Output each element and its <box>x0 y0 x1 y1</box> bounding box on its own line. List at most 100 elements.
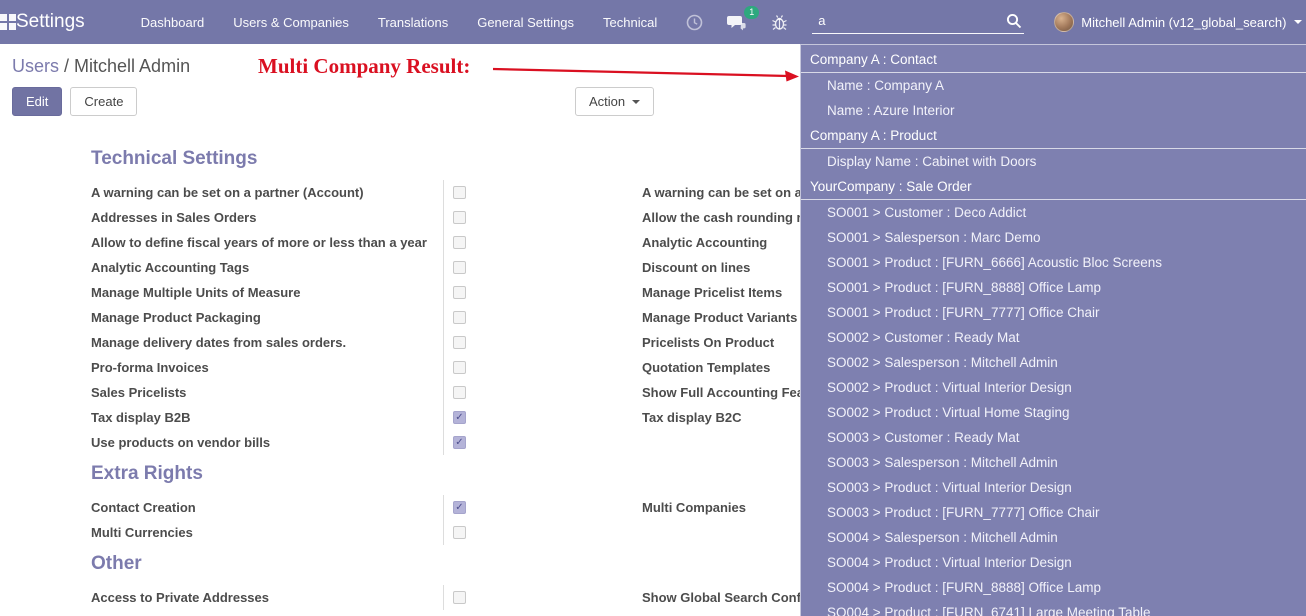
search-result-item[interactable]: SO001 > Product : [FURN_7777] Office Cha… <box>801 300 1306 325</box>
setting-row: Tax display B2B ✓ <box>91 405 642 430</box>
setting-label: Manage Product Packaging <box>91 310 443 325</box>
setting-label: A warning can be set on a partner (Accou… <box>91 185 443 200</box>
setting-row: Multi Currencies <box>91 520 642 545</box>
create-button[interactable]: Create <box>70 87 137 116</box>
global-search-input[interactable] <box>812 10 994 33</box>
setting-row: Access to Private Addresses <box>91 585 642 610</box>
menu-item-technical[interactable]: Technical <box>603 15 657 30</box>
row-divider <box>443 230 444 255</box>
search-result-item[interactable]: SO001 > Salesperson : Marc Demo <box>801 225 1306 250</box>
setting-label: Manage Multiple Units of Measure <box>91 285 443 300</box>
top-menu: Dashboard Users & Companies Translations Ge… <box>141 15 687 30</box>
debug-button[interactable] <box>771 13 788 31</box>
setting-checkbox[interactable] <box>453 591 466 604</box>
search-result-item[interactable]: SO002 > Salesperson : Mitchell Admin <box>801 350 1306 375</box>
search-result-item[interactable]: SO001 > Product : [FURN_6666] Acoustic B… <box>801 250 1306 275</box>
setting-row: Contact Creation ✓ <box>91 495 642 520</box>
row-divider <box>443 305 444 330</box>
search-result-item[interactable]: SO003 > Customer : Ready Mat <box>801 425 1306 450</box>
setting-checkbox[interactable] <box>453 261 466 274</box>
menu-item-dashboard[interactable]: Dashboard <box>141 15 205 30</box>
menu-item-general-settings[interactable]: General Settings <box>477 15 574 30</box>
breadcrumb-current: Mitchell Admin <box>74 56 190 76</box>
app-title: Settings <box>16 11 85 33</box>
annotation-text: Multi Company Result: <box>258 54 470 79</box>
search-result-item[interactable]: SO004 > Product : [FURN_8888] Office Lam… <box>801 575 1306 600</box>
setting-checkbox[interactable] <box>453 386 466 399</box>
user-name: Mitchell Admin (v12_global_search) <box>1081 15 1286 30</box>
search-result-category: YourCompany : Sale Order <box>801 174 1306 200</box>
messages-button[interactable]: 1 <box>727 14 747 31</box>
row-divider <box>443 330 444 355</box>
setting-row: Addresses in Sales Orders <box>91 205 642 230</box>
action-dropdown-button[interactable]: Action <box>575 87 654 116</box>
search-result-item[interactable]: SO002 > Product : Virtual Home Staging <box>801 400 1306 425</box>
row-divider <box>443 180 444 205</box>
setting-label: Tax display B2B <box>91 410 443 425</box>
setting-row: Sales Pricelists <box>91 380 642 405</box>
setting-checkbox[interactable] <box>453 186 466 199</box>
setting-checkbox[interactable] <box>453 211 466 224</box>
setting-checkbox[interactable]: ✓ <box>453 436 466 449</box>
search-result-item[interactable]: SO001 > Product : [FURN_8888] Office Lam… <box>801 275 1306 300</box>
settings-column-left: Contact Creation ✓ Multi Currencies <box>91 495 642 545</box>
row-divider <box>443 495 444 520</box>
row-divider <box>443 380 444 405</box>
settings-column-left: A warning can be set on a partner (Accou… <box>91 180 642 455</box>
setting-checkbox[interactable] <box>453 286 466 299</box>
search-result-item[interactable]: Name : Company A <box>801 73 1306 98</box>
setting-checkbox[interactable]: ✓ <box>453 411 466 424</box>
setting-checkbox[interactable] <box>453 361 466 374</box>
settings-column-left: Access to Private Addresses <box>91 585 642 610</box>
setting-label: Analytic Accounting Tags <box>91 260 443 275</box>
global-search-box <box>812 10 1024 34</box>
row-divider <box>443 355 444 380</box>
top-navbar: Settings Dashboard Users & Companies Trans… <box>0 0 1306 44</box>
setting-row: A warning can be set on a partner (Accou… <box>91 180 642 205</box>
search-result-item[interactable]: Display Name : Cabinet with Doors <box>801 149 1306 174</box>
setting-checkbox[interactable] <box>453 236 466 249</box>
setting-row: Analytic Accounting Tags <box>91 255 642 280</box>
row-divider <box>443 405 444 430</box>
setting-label: Contact Creation <box>91 500 443 515</box>
setting-checkbox[interactable] <box>453 526 466 539</box>
search-result-item[interactable]: SO001 > Customer : Deco Addict <box>801 200 1306 225</box>
search-result-item[interactable]: SO003 > Product : Virtual Interior Desig… <box>801 475 1306 500</box>
search-icon[interactable] <box>1006 13 1022 29</box>
messages-count-badge: 1 <box>744 6 759 19</box>
menu-item-translations[interactable]: Translations <box>378 15 448 30</box>
activities-button[interactable] <box>686 14 703 31</box>
apps-menu-button[interactable] <box>0 14 16 30</box>
menu-item-users-companies[interactable]: Users & Companies <box>233 15 349 30</box>
annotation-arrow <box>489 58 801 88</box>
setting-checkbox[interactable]: ✓ <box>453 501 466 514</box>
row-divider <box>443 205 444 230</box>
search-result-item[interactable]: SO004 > Product : [FURN_6741] Large Meet… <box>801 600 1306 616</box>
row-divider <box>443 255 444 280</box>
setting-label: Allow to define fiscal years of more or … <box>91 235 443 250</box>
user-menu[interactable]: Mitchell Admin (v12_global_search) <box>1054 12 1302 32</box>
setting-row: Manage Multiple Units of Measure <box>91 280 642 305</box>
search-result-item[interactable]: SO002 > Customer : Ready Mat <box>801 325 1306 350</box>
setting-label: Multi Currencies <box>91 525 443 540</box>
search-result-item[interactable]: SO003 > Salesperson : Mitchell Admin <box>801 450 1306 475</box>
row-divider <box>443 280 444 305</box>
setting-label: Use products on vendor bills <box>91 435 443 450</box>
setting-row: Manage Product Packaging <box>91 305 642 330</box>
setting-row: Allow to define fiscal years of more or … <box>91 230 642 255</box>
systray: 1 Mitchell Admin (v12_global_search) <box>686 10 1306 34</box>
setting-checkbox[interactable] <box>453 311 466 324</box>
breadcrumb-users-link[interactable]: Users <box>12 56 59 76</box>
bug-icon <box>771 13 788 31</box>
caret-down-icon <box>632 100 640 104</box>
setting-label: Manage delivery dates from sales orders. <box>91 335 443 350</box>
search-result-item[interactable]: SO004 > Product : Virtual Interior Desig… <box>801 550 1306 575</box>
edit-button[interactable]: Edit <box>12 87 62 116</box>
search-result-item[interactable]: SO003 > Product : [FURN_7777] Office Cha… <box>801 500 1306 525</box>
search-result-item[interactable]: SO002 > Product : Virtual Interior Desig… <box>801 375 1306 400</box>
setting-checkbox[interactable] <box>453 336 466 349</box>
search-result-item[interactable]: Name : Azure Interior <box>801 98 1306 123</box>
search-result-item[interactable]: SO004 > Salesperson : Mitchell Admin <box>801 525 1306 550</box>
setting-label: Access to Private Addresses <box>91 590 443 605</box>
setting-label: Sales Pricelists <box>91 385 443 400</box>
